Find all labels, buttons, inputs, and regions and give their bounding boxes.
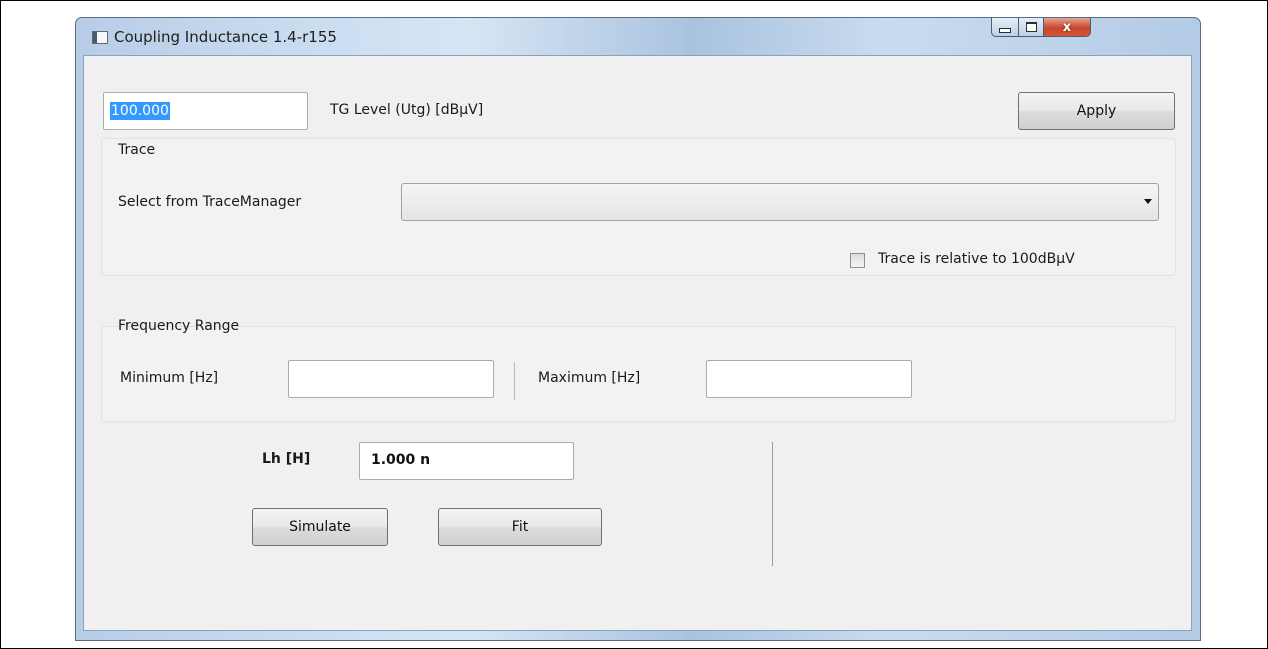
apply-button[interactable]: Apply xyxy=(1018,92,1175,130)
maximum-frequency-input[interactable] xyxy=(706,360,912,398)
relative-checkbox-label[interactable]: Trace is relative to 100dBμV xyxy=(878,251,1075,267)
maximum-label: Maximum [Hz] xyxy=(538,370,641,386)
trace-select-dropdown[interactable] xyxy=(401,183,1159,221)
trace-group-title: Trace xyxy=(118,142,156,158)
tg-level-label: TG Level (Utg) [dBμV] xyxy=(330,102,484,118)
lh-label: Lh [H] xyxy=(262,451,311,467)
frequency-separator xyxy=(514,362,515,400)
client-area: 100.000 TG Level (Utg) [dBμV] Apply Trac… xyxy=(83,55,1192,631)
chevron-down-icon xyxy=(1144,199,1152,204)
title-bar[interactable]: Coupling Inductance 1.4-r155 x xyxy=(76,18,1200,54)
minimize-button[interactable] xyxy=(991,18,1019,37)
relative-checkbox[interactable] xyxy=(850,253,865,268)
app-window: Coupling Inductance 1.4-r155 x 100.000 T… xyxy=(75,17,1201,641)
trace-select-label: Select from TraceManager xyxy=(118,194,302,210)
fit-button[interactable]: Fit xyxy=(438,508,602,546)
lh-value: 1.000 n xyxy=(371,452,431,468)
results-separator xyxy=(772,442,773,566)
app-window-icon xyxy=(92,31,108,44)
window-title: Coupling Inductance 1.4-r155 xyxy=(114,28,337,46)
close-button[interactable]: x xyxy=(1043,18,1091,37)
close-icon: x xyxy=(1062,19,1072,35)
minimize-icon xyxy=(999,27,1011,33)
simulate-button[interactable]: Simulate xyxy=(252,508,388,546)
frequency-range-title: Frequency Range xyxy=(118,318,240,334)
maximize-icon xyxy=(1025,22,1037,32)
lh-input[interactable]: 1.000 n xyxy=(359,442,574,480)
minimum-label: Minimum [Hz] xyxy=(120,370,219,386)
tg-level-value: 100.000 xyxy=(110,102,170,120)
tg-level-input[interactable]: 100.000 xyxy=(103,92,308,130)
minimum-frequency-input[interactable] xyxy=(288,360,494,398)
maximize-button[interactable] xyxy=(1018,18,1044,37)
